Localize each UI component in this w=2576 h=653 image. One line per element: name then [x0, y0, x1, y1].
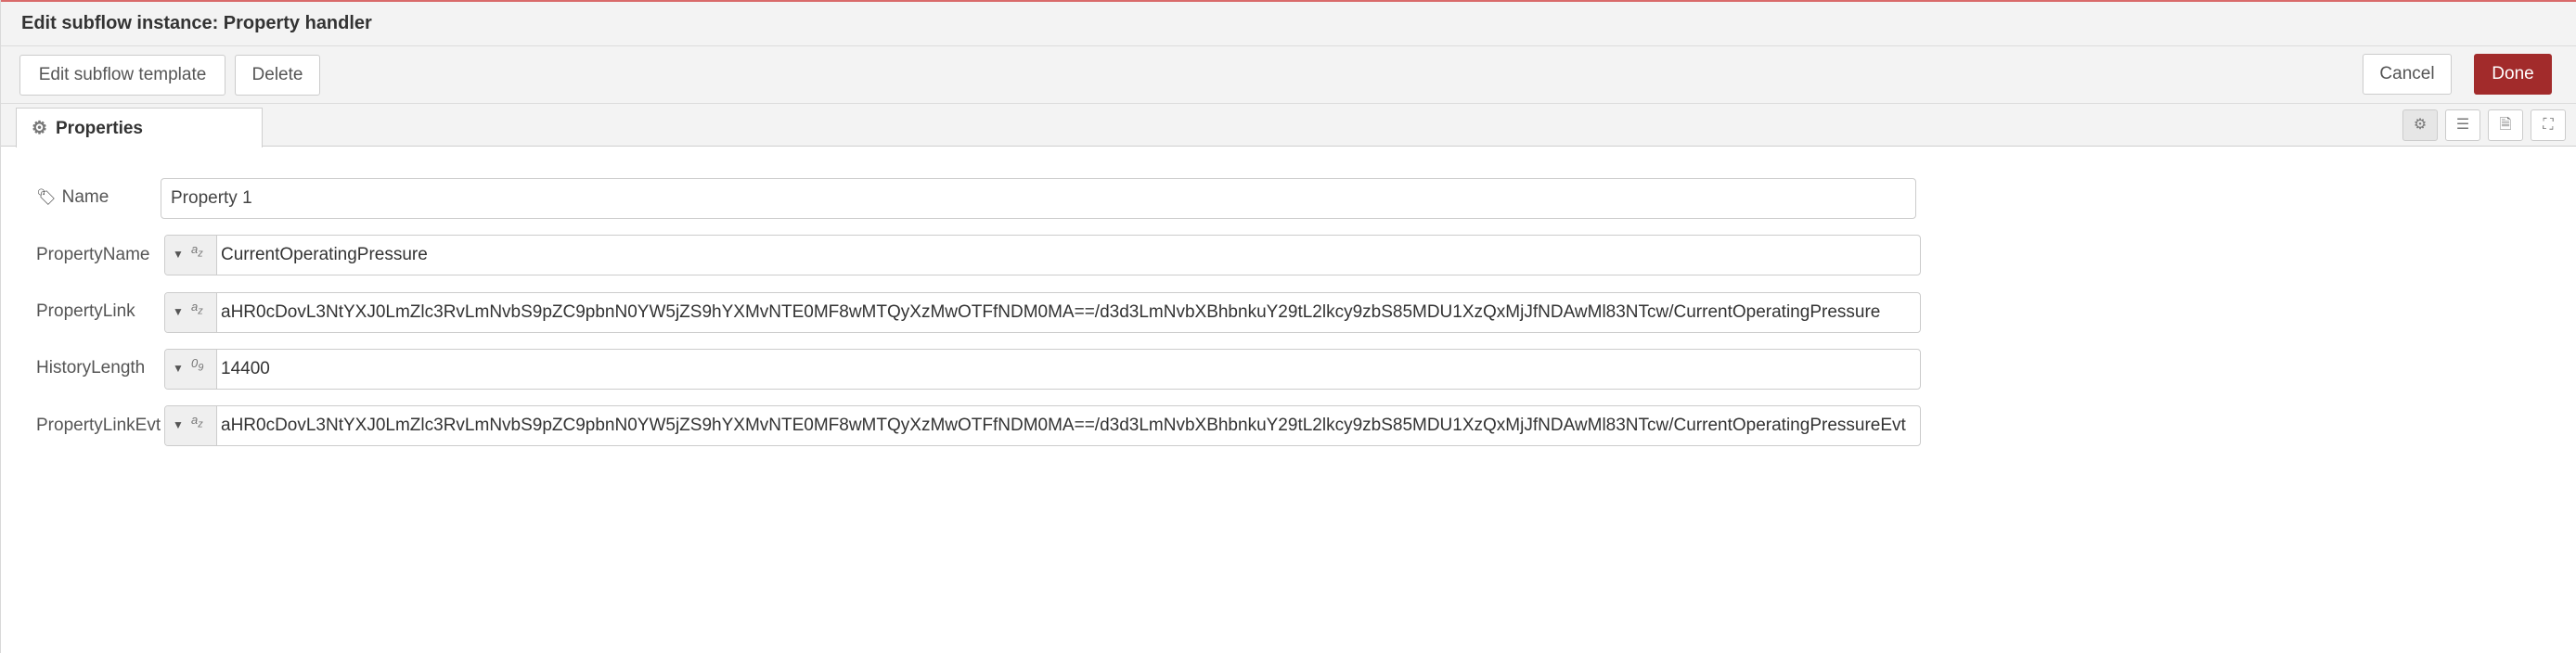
propertyname-typed-input: ▼ az CurrentOperatingPressure [164, 235, 1921, 275]
cancel-button[interactable]: Cancel [2363, 54, 2452, 95]
string-type-icon: az [191, 300, 203, 317]
propertylink-type-select[interactable]: ▼ az [165, 293, 217, 332]
tab-bar: ⚙ Properties ⚙ ☰ 🗎 ⛶ [1, 104, 2576, 147]
propertylinkevt-type-select[interactable]: ▼ az [165, 406, 217, 445]
propertylinkevt-value[interactable]: aHR0cDovL3NtYXJ0LmZlc3RvLmNvbS9pZC9pbnN0… [221, 406, 1906, 445]
historylength-type-select[interactable]: ▼ 09 [165, 350, 217, 389]
tray-header: Edit subflow instance: Property handler [1, 0, 2576, 46]
string-type-icon: az [191, 242, 203, 260]
edit-subflow-template-button[interactable]: Edit subflow template [19, 55, 225, 96]
tab-properties-label: Properties [56, 119, 143, 138]
propertyname-value[interactable]: CurrentOperatingPressure [221, 236, 428, 275]
gear-icon: ⚙ [32, 119, 48, 138]
propertylink-typed-input: ▼ az aHR0cDovL3NtYXJ0LmZlc3RvLmNvbS9pZC9… [164, 292, 1921, 333]
propertylink-value[interactable]: aHR0cDovL3NtYXJ0LmZlc3RvLmNvbS9pZC9pbnN0… [221, 293, 1880, 332]
settings-gear-icon[interactable]: ⚙ [2402, 109, 2438, 141]
historylength-typed-input: ▼ 09 14400 [164, 349, 1921, 390]
propertyname-label: PropertyName [36, 245, 150, 264]
done-button[interactable]: Done [2474, 54, 2552, 95]
name-input[interactable]: Property 1 [161, 178, 1916, 219]
chevron-down-icon: ▼ [173, 248, 184, 261]
name-label: 🏷 Name [36, 187, 109, 208]
historylength-label: HistoryLength [36, 358, 146, 378]
tray-toolbar: Edit subflow template Delete Cancel Done [1, 46, 2576, 104]
delete-button[interactable]: Delete [235, 55, 320, 96]
propertylinkevt-label: PropertyLinkEvt [36, 416, 161, 435]
historylength-value[interactable]: 14400 [221, 350, 270, 389]
document-icon[interactable]: 🗎 [2488, 109, 2523, 141]
propertyname-type-select[interactable]: ▼ az [165, 236, 217, 275]
list-icon[interactable]: ☰ [2445, 109, 2480, 141]
edit-tray: Edit subflow instance: Property handler … [0, 0, 2576, 653]
resize-icon[interactable]: ⛶ [2531, 109, 2566, 141]
chevron-down-icon: ▼ [173, 305, 184, 318]
chevron-down-icon: ▼ [173, 362, 184, 375]
propertylinkevt-typed-input: ▼ az aHR0cDovL3NtYXJ0LmZlc3RvLmNvbS9pZC9… [164, 405, 1921, 446]
name-label-text: Name [61, 187, 109, 207]
string-type-icon: az [191, 413, 203, 430]
tag-icon: 🏷 [36, 188, 57, 206]
tab-properties[interactable]: ⚙ Properties [16, 108, 263, 147]
propertylink-label: PropertyLink [36, 301, 135, 321]
chevron-down-icon: ▼ [173, 418, 184, 431]
tray-title: Edit subflow instance: Property handler [21, 13, 372, 33]
number-type-icon: 09 [191, 356, 204, 374]
